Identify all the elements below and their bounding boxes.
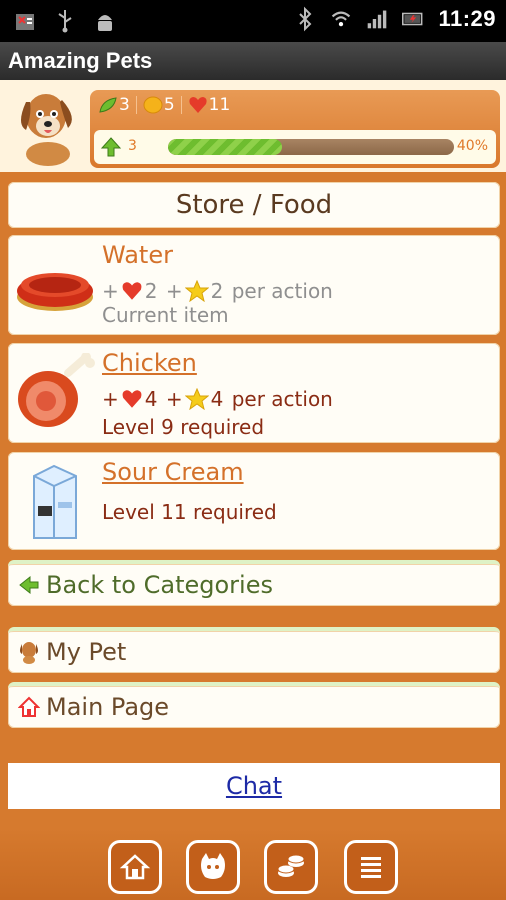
coins-count: 5 bbox=[163, 95, 175, 115]
resource-counters: 3 5 11 bbox=[98, 95, 230, 115]
signal-icon bbox=[368, 10, 387, 29]
my-pet-label: My Pet bbox=[46, 638, 127, 666]
main-page-link[interactable]: Main Page bbox=[8, 682, 500, 728]
coins-stat: 5 bbox=[143, 95, 175, 115]
heart-icon bbox=[122, 390, 142, 408]
stat-separator bbox=[180, 96, 182, 114]
bonus-plus: + bbox=[159, 387, 183, 411]
hearts-bonus: 2 bbox=[144, 279, 158, 303]
back-to-categories-link[interactable]: Back to Categories bbox=[8, 560, 500, 606]
main-page-label: Main Page bbox=[46, 693, 170, 721]
battery-icon bbox=[402, 12, 423, 26]
chat-link[interactable]: Chat bbox=[8, 763, 500, 809]
bonus-prefix: + bbox=[102, 387, 119, 411]
item-requirement: Level 11 required bbox=[102, 500, 277, 524]
hearts-bonus: 4 bbox=[144, 387, 158, 411]
dog-icon bbox=[20, 642, 38, 664]
heart-icon bbox=[122, 282, 142, 300]
food-leaf-icon bbox=[99, 97, 117, 113]
store-item-sour-cream[interactable]: Sour Cream Level 11 required bbox=[8, 452, 500, 550]
xp-bar-fill bbox=[168, 139, 283, 155]
notification-x-icon bbox=[16, 14, 34, 30]
star-icon bbox=[184, 388, 209, 410]
stars-bonus: 2 bbox=[210, 279, 224, 303]
usb-icon bbox=[58, 10, 72, 33]
sour-cream-link[interactable]: Sour Cream bbox=[102, 458, 244, 486]
bonus-prefix: + bbox=[102, 279, 119, 303]
status-bar: 11:29 bbox=[0, 0, 506, 42]
chicken-link[interactable]: Chicken bbox=[102, 349, 197, 377]
dog-avatar-icon[interactable] bbox=[12, 84, 80, 168]
cat-icon bbox=[201, 853, 225, 879]
xp-bar bbox=[168, 139, 454, 155]
hearts-count: 11 bbox=[208, 95, 231, 115]
food-stat: 3 bbox=[98, 95, 130, 115]
menu-tab-button[interactable] bbox=[344, 840, 398, 894]
stats-header: 3 5 11 3 40% bbox=[0, 80, 506, 172]
my-pet-link[interactable]: My Pet bbox=[8, 627, 500, 673]
stat-separator bbox=[135, 96, 137, 114]
house-icon bbox=[18, 696, 40, 717]
star-icon bbox=[184, 280, 209, 302]
pet-tab-button[interactable] bbox=[186, 840, 240, 894]
item-bonus: + 2 + 2 per action bbox=[102, 279, 333, 303]
milk-carton-icon bbox=[33, 464, 77, 539]
item-name: Water bbox=[102, 241, 173, 269]
item-requirement: Level 9 required bbox=[102, 415, 265, 439]
xp-progress: 3 40% bbox=[94, 130, 496, 164]
food-count: 3 bbox=[119, 95, 130, 115]
hearts-stat: 11 bbox=[188, 95, 231, 115]
bottom-navigation bbox=[0, 828, 506, 900]
list-icon bbox=[361, 857, 381, 878]
stars-bonus: 4 bbox=[210, 387, 224, 411]
store-item-water: Water + 2 + 2 per action Current item bbox=[8, 235, 500, 335]
wifi-icon bbox=[332, 11, 351, 27]
coins-tab-button[interactable] bbox=[264, 840, 318, 894]
android-icon bbox=[98, 15, 112, 31]
home-tab-button[interactable] bbox=[108, 840, 162, 894]
xp-percent: 40% bbox=[456, 138, 488, 154]
coins-icon bbox=[277, 854, 305, 877]
store-item-chicken[interactable]: Chicken + 4 + 4 per action Level 9 requi… bbox=[8, 343, 500, 443]
bonus-plus: + bbox=[159, 279, 183, 303]
page-title: Store / Food bbox=[8, 182, 500, 228]
item-status: Current item bbox=[102, 303, 229, 327]
bonus-suffix: per action bbox=[225, 387, 333, 411]
item-bonus: + 4 + 4 per action bbox=[102, 387, 333, 411]
clock-time: 11:29 bbox=[438, 6, 496, 31]
level-up-arrow-icon bbox=[100, 137, 122, 157]
chicken-leg-icon bbox=[18, 353, 95, 427]
back-arrow-icon bbox=[19, 575, 39, 595]
level-number: 3 bbox=[128, 138, 137, 154]
stats-panel: 3 5 11 3 40% bbox=[90, 90, 500, 168]
bluetooth-icon bbox=[299, 6, 312, 32]
heart-icon bbox=[189, 97, 207, 113]
home-icon bbox=[119, 854, 151, 880]
bonus-suffix: per action bbox=[225, 279, 333, 303]
coin-icon bbox=[143, 96, 163, 114]
water-bowl-icon bbox=[17, 273, 93, 311]
back-label: Back to Categories bbox=[46, 571, 273, 599]
app-title: Amazing Pets bbox=[0, 42, 506, 80]
